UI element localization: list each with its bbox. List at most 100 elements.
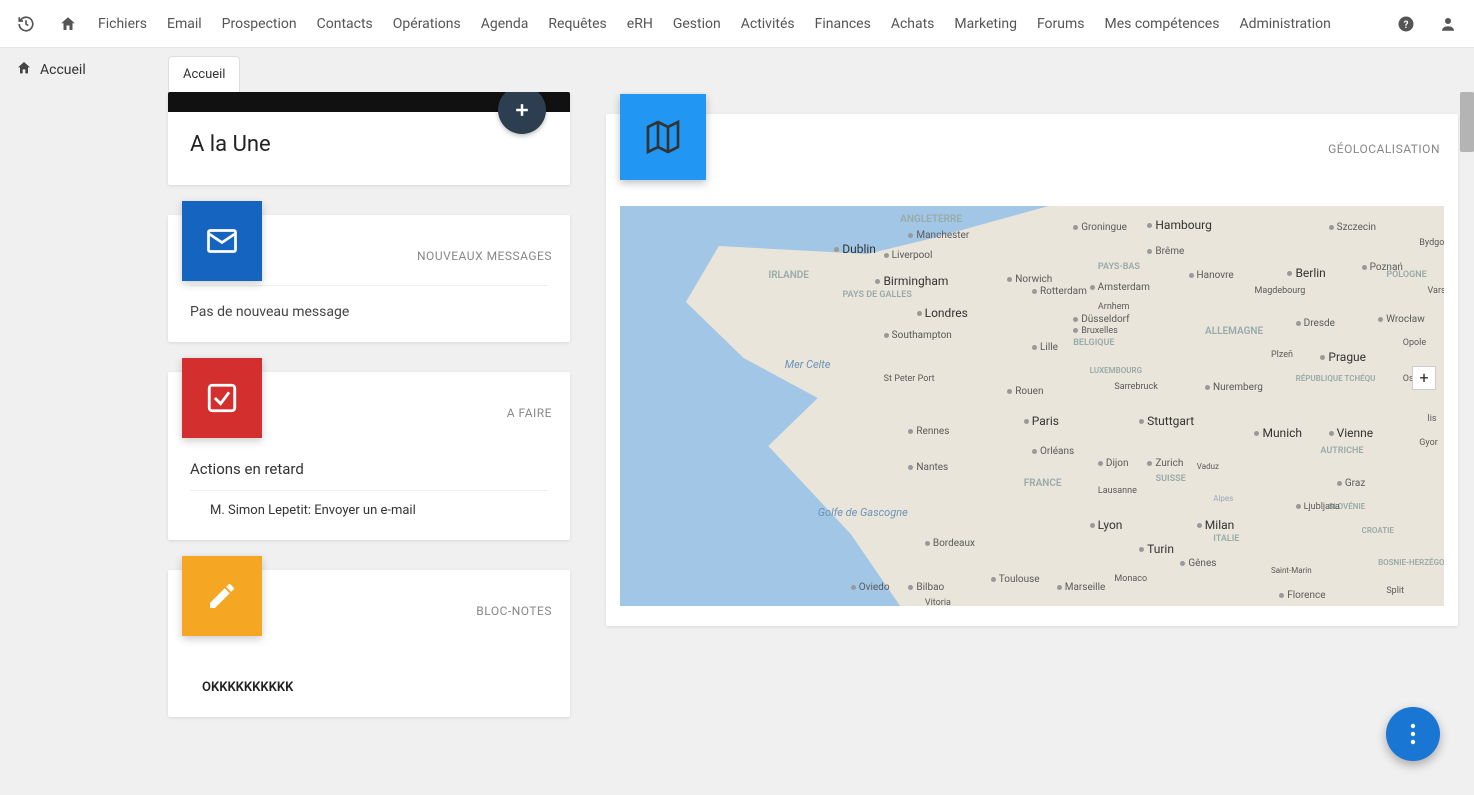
city-bruxelles: Bruxelles <box>1073 326 1118 336</box>
city-breme: Brême <box>1147 246 1184 257</box>
nav-operations[interactable]: Opérations <box>393 16 461 32</box>
city-ljubljana: Ljubljana <box>1296 502 1340 512</box>
city-paris: Paris <box>1024 414 1059 428</box>
nav-fichiers[interactable]: Fichiers <box>98 16 147 32</box>
nav-email[interactable]: Email <box>167 16 202 32</box>
nav-achats[interactable]: Achats <box>891 16 935 32</box>
todo-item[interactable]: M. Simon Lepetit: Envoyer un e-mail <box>190 503 548 518</box>
map-canvas[interactable]: Mer Celte Golfe de Gascogne ANGLETERRE I… <box>620 206 1444 606</box>
city-bordeaux: Bordeaux <box>925 538 975 549</box>
nav-competences[interactable]: Mes compétences <box>1105 16 1220 32</box>
country-tcheque: RÉPUBLIQUE TCHÉQU <box>1296 374 1376 383</box>
nav-contacts[interactable]: Contacts <box>317 16 373 32</box>
city-vaduz: Vaduz <box>1197 462 1219 471</box>
label-lis: lis <box>1428 414 1437 424</box>
nav-prospection[interactable]: Prospection <box>222 16 297 32</box>
city-toulouse: Toulouse <box>991 574 1040 585</box>
nav-erh[interactable]: eRH <box>627 16 653 32</box>
notes-content: OKKKKKKKKKK <box>190 680 548 695</box>
city-lyon: Lyon <box>1090 518 1123 532</box>
city-szczecin: Szczecin <box>1329 222 1376 233</box>
city-stmarin: Saint-Marin <box>1271 566 1312 575</box>
city-londres: Londres <box>917 306 968 320</box>
user-icon[interactable] <box>1436 12 1460 36</box>
notes-label: BLOC-NOTES <box>476 604 552 618</box>
widget-geolocation: GÉOLOCALISATION Mer Celte Golfe de Gasco… <box>606 114 1458 626</box>
home-icon[interactable] <box>56 12 80 36</box>
city-sarrebruck: Sarrebruck <box>1114 382 1157 392</box>
city-southampton: Southampton <box>884 330 952 341</box>
city-arnhem: Arnhem <box>1098 302 1130 312</box>
country-irlande: IRLANDE <box>768 270 809 281</box>
city-opole: Opole <box>1403 338 1426 348</box>
help-icon[interactable]: ? <box>1394 12 1418 36</box>
city-zurich: Zurich <box>1147 458 1183 469</box>
country-angleterre: ANGLETERRE <box>900 214 962 225</box>
tabstrip: Accueil <box>168 56 240 92</box>
city-prague: Prague <box>1320 350 1366 364</box>
nav-marketing[interactable]: Marketing <box>954 16 1017 32</box>
city-dijon: Dijon <box>1098 458 1129 469</box>
envelope-icon <box>204 223 240 259</box>
geolocation-label: GÉOLOCALISATION <box>1328 142 1440 156</box>
label-alpes: Alpes <box>1213 494 1233 503</box>
widget-messages: NOUVEAUX MESSAGES Pas de nouveau message <box>168 215 570 342</box>
city-vitoria: Vitoria <box>925 598 951 606</box>
messages-empty-text: Pas de nouveau message <box>190 304 548 320</box>
content-area: A la Une NOUVEAUX MESSAGES Pas de nouvea… <box>0 92 1474 795</box>
plus-icon <box>512 100 532 120</box>
city-lausanne: Lausanne <box>1098 486 1137 496</box>
scrollbar-thumb[interactable] <box>1460 92 1474 152</box>
nav-finances[interactable]: Finances <box>815 16 871 32</box>
map-icon <box>643 117 683 157</box>
widget-notes: BLOC-NOTES OKKKKKKKKKK <box>168 570 570 717</box>
city-rouen: Rouen <box>1007 386 1043 397</box>
city-bydgo: Bydgo <box>1419 238 1444 248</box>
city-orleans: Orléans <box>1032 446 1074 457</box>
messages-icon-box <box>182 201 262 281</box>
city-dresde: Dresde <box>1296 318 1335 329</box>
page-fab[interactable] <box>1386 707 1440 761</box>
headline-banner <box>168 92 570 112</box>
country-paysbas: PAYS-BAS <box>1098 262 1140 272</box>
history-icon[interactable] <box>14 12 38 36</box>
city-milan: Milan <box>1197 518 1234 532</box>
notes-icon-box <box>182 556 262 636</box>
breadcrumb-label: Accueil <box>40 62 86 78</box>
nav-forums[interactable]: Forums <box>1037 16 1085 32</box>
city-amsterdam: Amsterdam <box>1090 282 1150 293</box>
more-vertical-icon <box>1410 723 1416 745</box>
country-france: FRANCE <box>1024 478 1062 489</box>
tab-accueil[interactable]: Accueil <box>168 56 240 92</box>
country-bosnie: BOSNIE-HERZÉGOV <box>1378 558 1444 567</box>
nav-gestion[interactable]: Gestion <box>673 16 721 32</box>
country-allemagne: ALLEMAGNE <box>1205 326 1263 337</box>
country-belgique: BELGIQUE <box>1073 338 1114 348</box>
pencil-icon <box>206 580 238 612</box>
nav-agenda[interactable]: Agenda <box>481 16 529 32</box>
city-vars: Vars <box>1428 286 1444 296</box>
nav-requetes[interactable]: Requêtes <box>548 16 606 32</box>
city-bilbao: Bilbao <box>908 582 944 593</box>
city-lille: Lille <box>1032 342 1058 353</box>
nav-activites[interactable]: Activités <box>741 16 795 32</box>
headline-title: A la Une <box>190 132 548 157</box>
city-poznan: Poznań <box>1362 262 1403 273</box>
city-monaco: Monaco <box>1114 574 1147 584</box>
map-zoom-in[interactable]: + <box>1412 366 1436 390</box>
breadcrumb-home-icon <box>16 60 32 80</box>
city-stpeter: St Peter Port <box>884 374 935 384</box>
country-italie: ITALIE <box>1213 534 1239 544</box>
city-hanovre: Hanovre <box>1189 270 1234 281</box>
city-stuttgart: Stuttgart <box>1139 414 1194 428</box>
city-gyor: Gyor <box>1419 438 1438 448</box>
country-croatie: CROATIE <box>1362 526 1394 535</box>
city-rotterdam: Rotterdam <box>1032 286 1087 297</box>
city-florence: Florence <box>1279 590 1325 601</box>
topnav-right: ? <box>1394 12 1460 36</box>
sea-celtic: Mer Celte <box>785 358 831 371</box>
todo-icon-box <box>182 358 262 438</box>
todo-section-title: Actions en retard <box>190 460 548 478</box>
sea-gascogne: Golfe de Gascogne <box>818 506 908 519</box>
nav-administration[interactable]: Administration <box>1239 16 1330 32</box>
